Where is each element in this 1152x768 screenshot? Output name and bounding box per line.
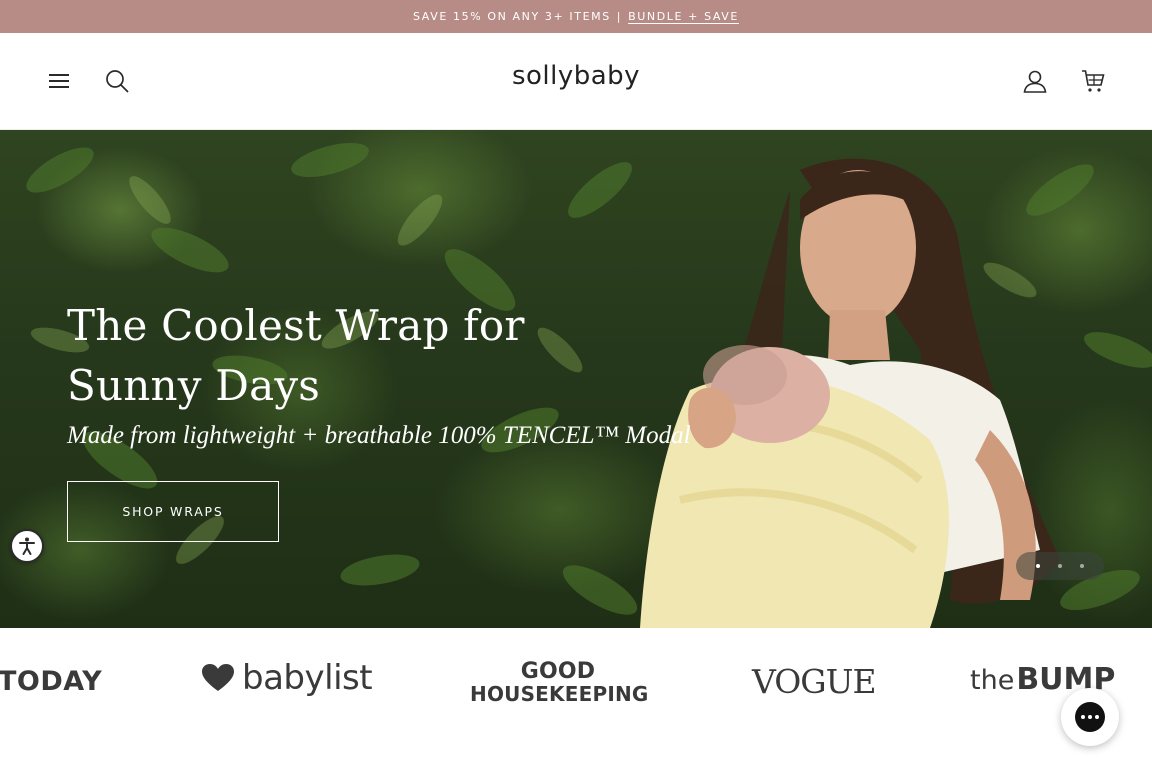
slide-pagination (1016, 552, 1104, 580)
cart-icon[interactable] (1080, 68, 1106, 94)
hero-subtitle: Made from lightweight + breathable 100% … (67, 422, 691, 449)
vogue-logo: VOGUE (752, 662, 877, 701)
bundle-save-link[interactable]: BUNDLE + SAVE (628, 10, 739, 23)
site-header: sollybaby (0, 33, 1152, 130)
bump-the-text: the (970, 665, 1015, 696)
babylist-logo: babylist (202, 658, 373, 698)
good-housekeeping-logo: GOOD HOUSEKEEPING (470, 659, 649, 706)
good-housekeeping-line2: HOUSEKEEPING (470, 682, 649, 706)
logo-text[interactable]: sollybaby (512, 61, 640, 91)
hero-title: The Coolest Wrap for Sunny Days (67, 301, 525, 410)
heart-icon (202, 664, 234, 691)
announcement-text: SAVE 15% ON ANY 3+ ITEMS (413, 10, 611, 23)
slide-dot[interactable] (1036, 564, 1040, 568)
accessibility-icon[interactable] (10, 529, 44, 563)
slide-dot[interactable] (1058, 564, 1062, 568)
chat-icon[interactable] (1061, 688, 1119, 746)
hero-banner: The Coolest Wrap for Sunny Days Made fro… (0, 130, 1152, 628)
logo: sollybaby (0, 61, 1152, 91)
babylist-text: babylist (242, 658, 373, 698)
search-icon[interactable] (104, 68, 130, 94)
account-icon[interactable] (1022, 68, 1048, 94)
menu-icon[interactable] (46, 68, 72, 94)
announcement-bar: SAVE 15% ON ANY 3+ ITEMS | BUNDLE + SAVE (0, 0, 1152, 33)
announcement-separator: | (616, 10, 623, 23)
shop-wraps-button[interactable]: SHOP WRAPS (67, 481, 279, 542)
good-housekeeping-line1: GOOD (520, 659, 596, 684)
slide-dot[interactable] (1080, 564, 1084, 568)
chat-bubble (1075, 702, 1105, 732)
press-logos: TODAY babylist GOOD HOUSEKEEPING VOGUE t… (0, 628, 1152, 768)
today-logo: TODAY (0, 666, 103, 697)
